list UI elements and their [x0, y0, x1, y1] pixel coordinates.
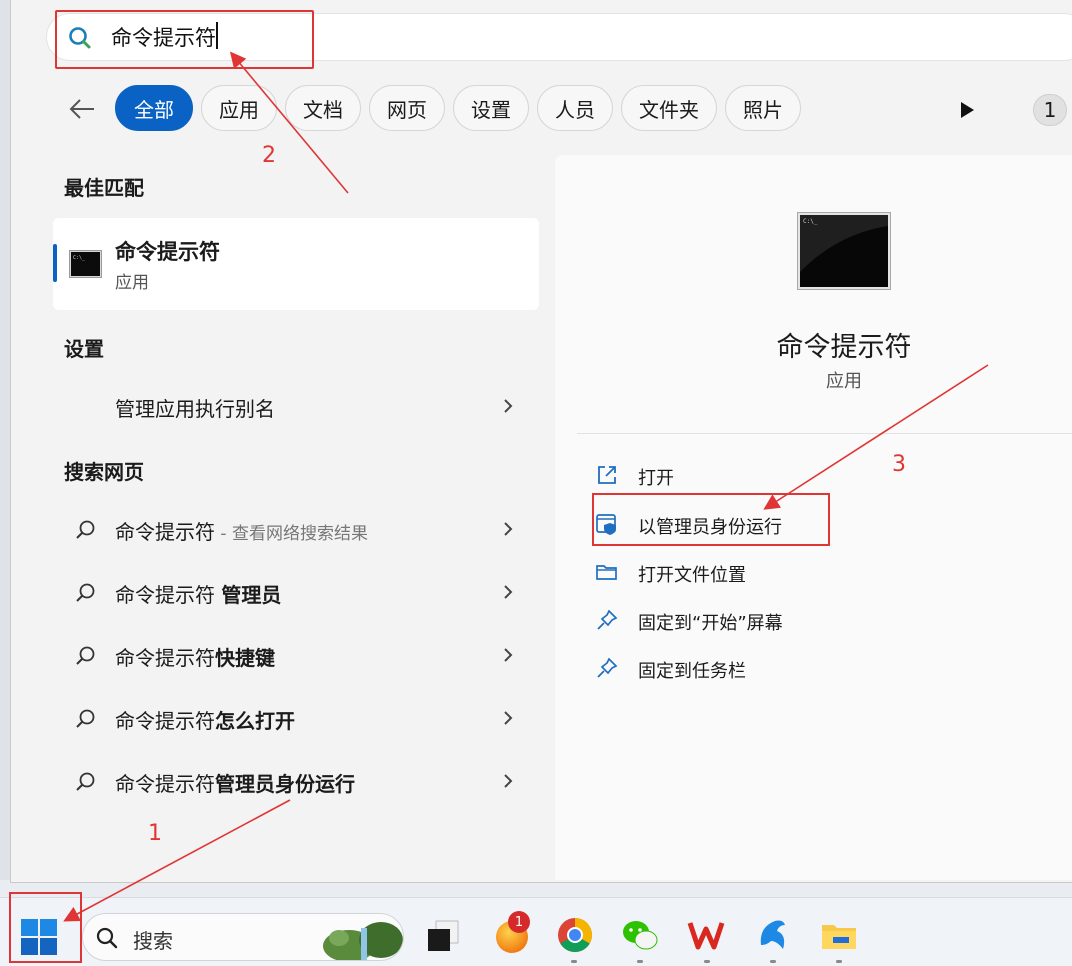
tab-apps[interactable]: 应用 — [201, 85, 277, 131]
action-open[interactable]: 打开 — [591, 457, 991, 493]
search-icon — [96, 927, 118, 949]
best-match-heading: 最佳匹配 — [64, 176, 144, 200]
chevron-right-icon — [504, 399, 513, 413]
search-icon — [76, 646, 95, 665]
action-open-file-location[interactable]: 打开文件位置 — [591, 554, 991, 590]
action-label: 打开文件位置 — [638, 565, 746, 586]
taskbar-search-label: 搜索 — [133, 929, 173, 953]
web-result-item[interactable]: 命令提示符怎么打开 — [53, 690, 539, 746]
search-icon — [76, 583, 95, 602]
web-result-label: 命令提示符怎么打开 — [115, 709, 295, 733]
detail-subtitle: 应用 — [826, 371, 862, 392]
annotation-number-2: 2 — [262, 143, 276, 168]
tab-all[interactable]: 全部 — [115, 85, 193, 131]
running-indicator — [637, 960, 643, 963]
back-arrow-icon[interactable] — [67, 94, 97, 124]
web-result-label: 命令提示符快捷键 — [115, 646, 275, 670]
task-view-icon[interactable] — [424, 915, 464, 955]
running-indicator — [770, 960, 776, 963]
annotation-box-start — [9, 892, 82, 963]
tab-people[interactable]: 人员 — [537, 85, 613, 131]
web-search-heading: 搜索网页 — [64, 460, 144, 484]
tab-photos[interactable]: 照片 — [725, 85, 801, 131]
tab-documents[interactable]: 文档 — [285, 85, 361, 131]
web-result-label: 命令提示符 管理员 — [115, 583, 282, 607]
chevron-right-icon — [504, 774, 513, 788]
settings-heading: 设置 — [64, 337, 104, 361]
wechat-icon[interactable] — [620, 915, 660, 955]
search-icon — [76, 520, 95, 539]
command-prompt-icon: C:\_ — [69, 250, 102, 278]
tab-folders[interactable]: 文件夹 — [621, 85, 717, 131]
chrome-icon[interactable] — [555, 915, 595, 955]
best-match-subtitle: 应用 — [115, 273, 149, 293]
open-external-icon — [598, 466, 616, 484]
pin-icon — [597, 657, 618, 678]
web-result-label: 命令提示符管理员身份运行 — [115, 772, 355, 796]
annotation-box-search — [55, 10, 314, 69]
web-result-item[interactable]: 命令提示符 - 查看网络搜索结果 — [53, 501, 539, 557]
annotation-number-1: 1 — [148, 821, 162, 846]
selection-indicator — [53, 244, 57, 282]
detail-title: 命令提示符 — [776, 332, 912, 363]
account-count-badge[interactable]: 1 — [1033, 94, 1067, 126]
chevron-right-icon — [504, 711, 513, 725]
divider — [577, 433, 1072, 434]
action-label: 固定到任务栏 — [638, 661, 746, 682]
running-indicator — [704, 960, 710, 963]
folder-icon — [596, 565, 617, 580]
best-match-card[interactable]: C:\_ 命令提示符 应用 — [53, 218, 539, 310]
more-filters-play-icon[interactable] — [958, 100, 976, 120]
search-icon — [76, 772, 95, 791]
tab-settings[interactable]: 设置 — [453, 85, 529, 131]
notification-badge: 1 — [508, 911, 530, 933]
action-label: 打开 — [638, 468, 674, 489]
web-result-item[interactable]: 命令提示符快捷键 — [53, 627, 539, 683]
chevron-right-icon — [504, 585, 513, 599]
desktop-edge — [0, 0, 10, 880]
command-prompt-large-icon: C:\_ — [797, 212, 891, 290]
pin-icon — [597, 609, 618, 630]
search-icon — [76, 709, 95, 728]
action-pin-to-taskbar[interactable]: 固定到任务栏 — [591, 650, 991, 686]
svg-text:C:\_: C:\_ — [803, 218, 818, 225]
settings-item-label: 管理应用执行别名 — [115, 397, 275, 421]
running-indicator — [836, 960, 842, 963]
annotation-number-3: 3 — [892, 452, 906, 477]
annotation-box-run-as-admin — [592, 493, 830, 546]
web-result-item[interactable]: 命令提示符 管理员 — [53, 564, 539, 620]
web-result-item[interactable]: 命令提示符管理员身份运行 — [53, 753, 539, 809]
file-explorer-icon[interactable] — [819, 915, 859, 955]
tab-web[interactable]: 网页 — [369, 85, 445, 131]
taskbar-search-box[interactable]: 搜索 — [82, 913, 404, 961]
settings-item-app-alias[interactable]: 管理应用执行别名 — [53, 378, 539, 434]
running-indicator — [571, 960, 577, 963]
svg-text:C:\_: C:\_ — [73, 255, 86, 261]
search-highlight-scene-icon — [323, 922, 403, 960]
dolphin-app-icon[interactable] — [753, 915, 793, 955]
chevron-right-icon — [504, 648, 513, 662]
action-label: 固定到“开始”屏幕 — [638, 613, 783, 634]
wps-icon[interactable] — [686, 915, 726, 955]
best-match-title: 命令提示符 — [115, 240, 220, 264]
chevron-right-icon — [504, 522, 513, 536]
web-result-label: 命令提示符 - 查看网络搜索结果 — [115, 520, 368, 544]
action-pin-to-start[interactable]: 固定到“开始”屏幕 — [591, 602, 991, 638]
